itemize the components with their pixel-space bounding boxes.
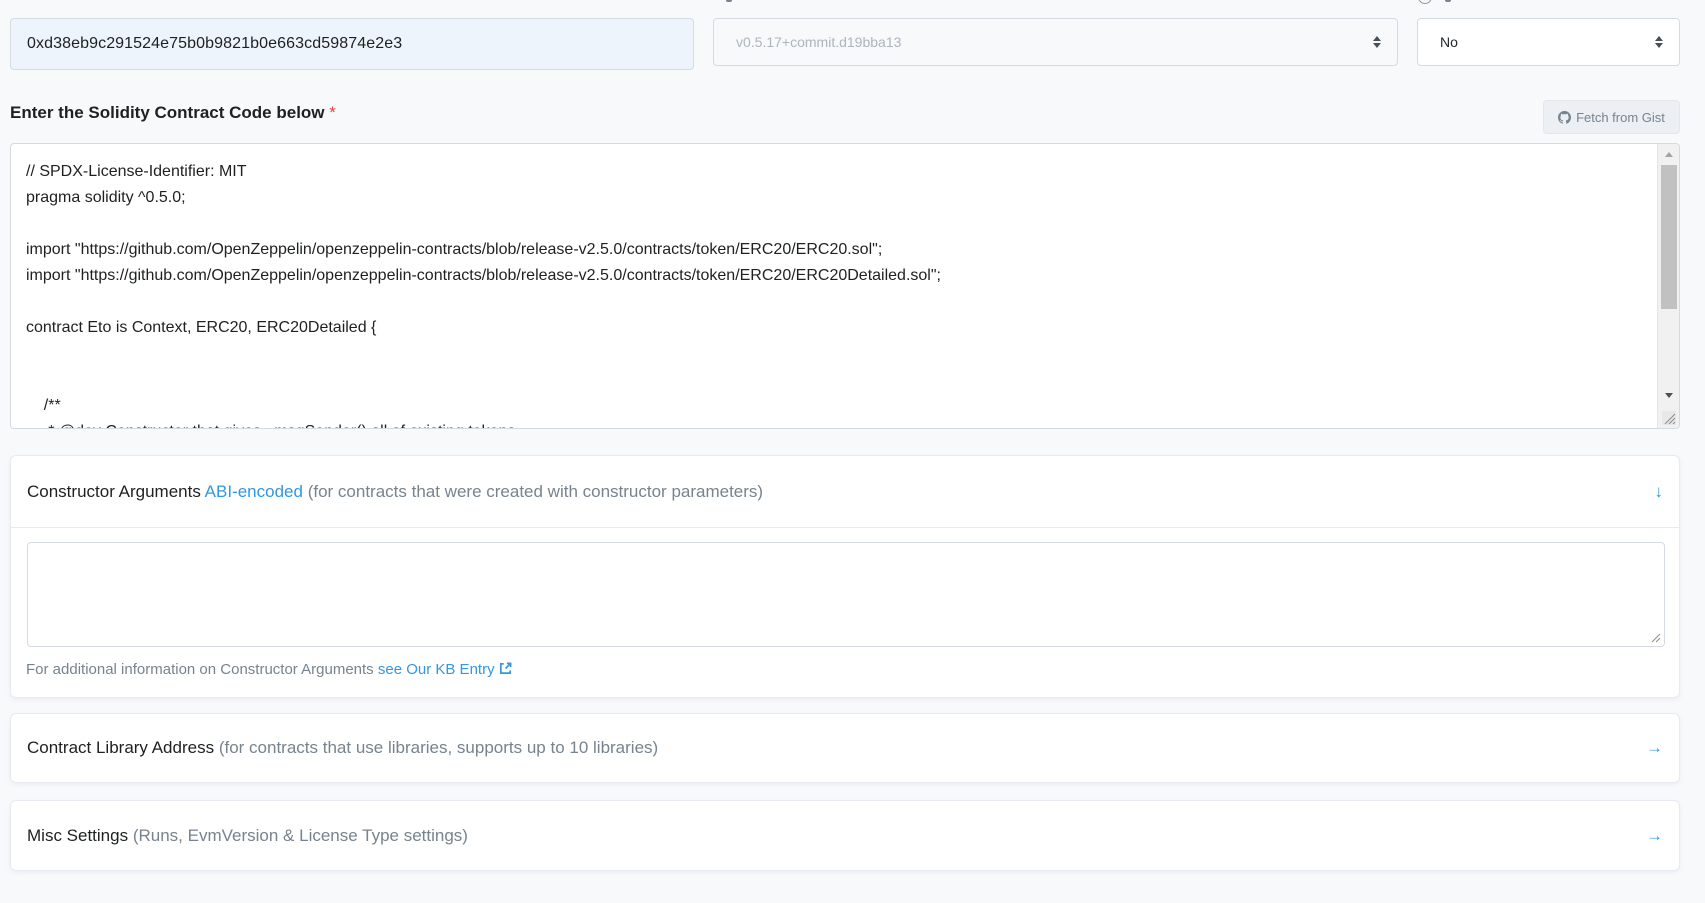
select-arrows-icon — [1655, 36, 1663, 48]
resize-handle-icon[interactable] — [1662, 411, 1676, 425]
misc-settings-note: (Runs, EvmVersion & License Type setting… — [132, 825, 468, 845]
select-arrows-icon — [1373, 36, 1381, 48]
arrow-right-icon[interactable]: → — [1646, 826, 1663, 846]
label-fragment — [1445, 0, 1451, 2]
scroll-up-icon[interactable] — [1665, 152, 1673, 157]
resize-handle-icon[interactable] — [1651, 633, 1661, 643]
contract-library-note: (for contracts that use libraries, suppo… — [218, 738, 659, 757]
arrow-down-icon[interactable]: ↓ — [1655, 482, 1664, 502]
radio-icon — [1418, 0, 1432, 4]
constructor-arguments-note: (for contracts that were created with co… — [307, 481, 764, 501]
fetch-from-gist-label: Fetch from Gist — [1576, 109, 1665, 125]
scroll-down-icon[interactable] — [1665, 393, 1673, 398]
code-scrollbar[interactable] — [1657, 144, 1679, 428]
required-mark: * — [329, 103, 336, 122]
optimization-select[interactable]: No — [1417, 18, 1680, 66]
kb-entry-link[interactable]: see Our KB Entry — [378, 661, 512, 678]
optimization-value: No — [1440, 34, 1458, 50]
contract-library-header[interactable]: Contract Library Address (for contracts … — [27, 714, 1663, 782]
compiler-version-select[interactable]: v0.5.17+commit.d19bba13 — [713, 18, 1398, 66]
fetch-from-gist-button[interactable]: Fetch from Gist — [1543, 100, 1680, 134]
misc-settings-card[interactable]: Misc Settings (Runs, EvmVersion & Licens… — [10, 800, 1680, 871]
constructor-arguments-textarea[interactable] — [27, 542, 1665, 647]
arrow-right-icon[interactable]: → — [1646, 738, 1663, 758]
contract-code-content: // SPDX-License-Identifier: MIT pragma s… — [26, 163, 941, 428]
constructor-info-line: For additional information on Constructo… — [26, 661, 512, 678]
constructor-arguments-card: Constructor Arguments ABI-encoded (for c… — [10, 455, 1680, 698]
kb-entry-link-label: see Our KB Entry — [377, 661, 495, 678]
misc-settings-header[interactable]: Misc Settings (Runs, EvmVersion & Licens… — [27, 801, 1663, 870]
misc-settings-title: Misc Settings — [27, 825, 129, 845]
code-label-text: Enter the Solidity Contract Code below — [10, 103, 325, 122]
constructor-arguments-title: Constructor Arguments — [27, 481, 201, 501]
abi-encoded-link[interactable]: ABI-encoded — [205, 482, 303, 501]
scroll-thumb[interactable] — [1661, 165, 1677, 309]
constructor-arguments-header[interactable]: Constructor Arguments ABI-encoded (for c… — [27, 456, 1663, 527]
contract-library-card[interactable]: Contract Library Address (for contracts … — [10, 713, 1680, 783]
contract-library-title: Contract Library Address — [27, 738, 215, 757]
constructor-info-text: For additional information on Constructo… — [26, 661, 374, 678]
label-fragment — [726, 0, 732, 2]
external-link-icon — [499, 662, 512, 674]
code-section-label: Enter the Solidity Contract Code below * — [10, 103, 336, 123]
divider — [11, 527, 1679, 528]
github-icon — [1558, 110, 1572, 124]
compiler-version-value: v0.5.17+commit.d19bba13 — [736, 34, 902, 50]
contract-address-field[interactable]: 0xd38eb9c291524e75b0b9821b0e663cd59874e2… — [10, 18, 694, 70]
contract-address-value: 0xd38eb9c291524e75b0b9821b0e663cd59874e2… — [27, 35, 403, 52]
contract-code-textarea[interactable]: // SPDX-License-Identifier: MIT pragma s… — [10, 143, 1680, 429]
